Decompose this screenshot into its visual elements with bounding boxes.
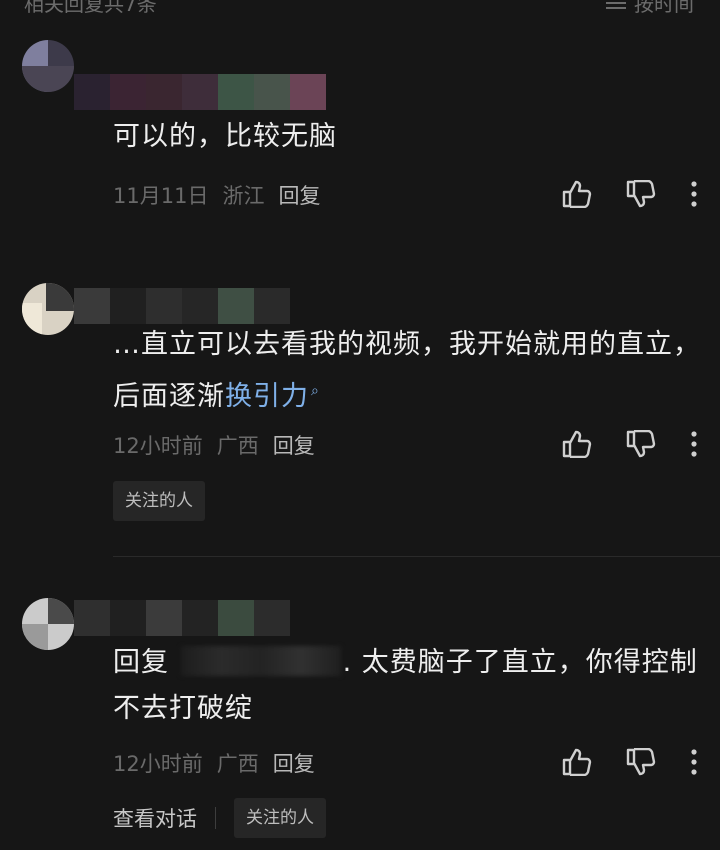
more-vertical-icon[interactable] bbox=[690, 181, 698, 207]
search-link-text: 换引力 bbox=[225, 381, 309, 412]
reply-header: 相关回复共7条 按时间 bbox=[0, 0, 720, 20]
thumbs-up-icon[interactable] bbox=[562, 180, 592, 208]
username-redacted[interactable] bbox=[74, 74, 326, 110]
reply-prefix: 回复 bbox=[113, 647, 169, 678]
following-tag: 关注的人 bbox=[113, 481, 205, 521]
sort-label: 按时间 bbox=[634, 0, 694, 16]
thumbs-down-icon[interactable] bbox=[626, 180, 656, 208]
more-vertical-icon[interactable] bbox=[690, 431, 698, 457]
comment-meta: 12小时前 广西 回复 bbox=[113, 430, 315, 460]
mention-redacted[interactable] bbox=[180, 646, 341, 676]
comment-location: 广西 bbox=[216, 434, 259, 458]
avatar[interactable] bbox=[22, 598, 74, 650]
comment-actions bbox=[562, 748, 698, 776]
thumbs-up-icon[interactable] bbox=[562, 748, 592, 776]
more-vertical-icon[interactable] bbox=[690, 749, 698, 775]
divider bbox=[113, 556, 720, 557]
search-link[interactable]: 换引力 ⌕ bbox=[225, 381, 320, 412]
thumbs-up-icon[interactable] bbox=[562, 430, 592, 458]
thumbs-down-icon[interactable] bbox=[626, 430, 656, 458]
comment-footer: 查看对话 关注的人 bbox=[113, 798, 326, 838]
comment-meta: 11月11日 浙江 回复 bbox=[113, 180, 320, 210]
following-tag: 关注的人 bbox=[234, 798, 326, 838]
avatar[interactable] bbox=[22, 40, 74, 92]
comment-location: 浙江 bbox=[222, 184, 265, 208]
search-icon: ⌕ bbox=[311, 383, 320, 399]
comment-text: …直立可以去看我的视频，我开始就用的直立，后面逐渐换引力 ⌕ bbox=[113, 322, 703, 420]
comment-meta: 12小时前 广西 回复 bbox=[113, 748, 315, 778]
reply-button[interactable]: 回复 bbox=[273, 430, 315, 460]
reply-button[interactable]: 回复 bbox=[278, 180, 320, 210]
comment-time: 12小时前 bbox=[113, 434, 203, 458]
comment-time: 12小时前 bbox=[113, 752, 203, 776]
comment-date: 11月11日 bbox=[113, 184, 209, 208]
thumbs-down-icon[interactable] bbox=[626, 748, 656, 776]
reply-count: 相关回复共7条 bbox=[24, 0, 157, 16]
reply-button[interactable]: 回复 bbox=[273, 748, 315, 778]
comment-actions bbox=[562, 430, 698, 458]
username-redacted[interactable] bbox=[74, 288, 290, 324]
comment-location: 广西 bbox=[216, 752, 259, 776]
username-redacted[interactable] bbox=[74, 600, 290, 636]
sort-toggle[interactable]: 按时间 bbox=[606, 0, 694, 17]
comment-actions bbox=[562, 180, 698, 208]
avatar[interactable] bbox=[22, 283, 74, 335]
comment-text-body: …直立可以去看我的视频，我开始就用的直立，后面逐渐 bbox=[113, 329, 701, 412]
sort-lines-icon bbox=[606, 0, 626, 10]
view-conversation-button[interactable]: 查看对话 bbox=[113, 803, 197, 833]
separator bbox=[215, 807, 216, 829]
comment-text: 可以的，比较无脑 bbox=[113, 121, 337, 152]
comment-text: 回复 . 太费脑子了直立，你得控制不去打破绽 bbox=[113, 640, 703, 732]
